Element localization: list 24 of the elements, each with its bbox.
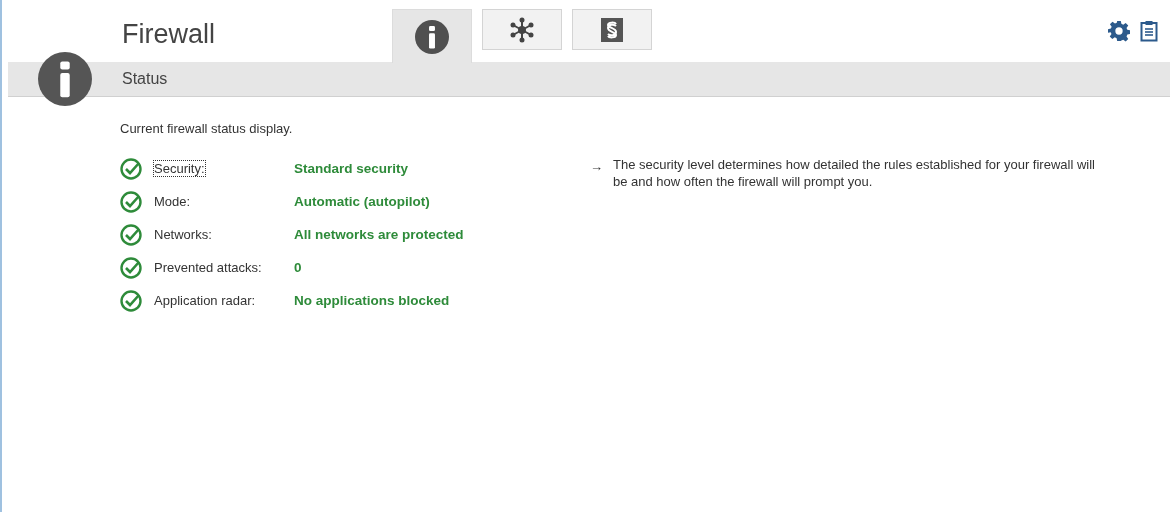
description-text: Current firewall status display. — [120, 120, 293, 138]
tab[interactable] — [482, 9, 562, 50]
status-label: Prevented attacks: — [154, 260, 262, 276]
status-value: Automatic (autopilot) — [294, 192, 430, 211]
info-icon — [415, 19, 449, 54]
network-icon — [509, 16, 535, 43]
hint-text: The security level determines how detailed the rules established for your firewall will be and how often the firewall will prompt you. — [613, 157, 1096, 191]
section-title: Status — [122, 69, 168, 89]
status-value: Standard security — [294, 159, 409, 178]
tab[interactable] — [572, 9, 652, 50]
status-label: Application radar: — [154, 293, 256, 309]
status-label: Security: — [154, 161, 205, 177]
tab[interactable] — [392, 9, 472, 63]
section-sign-icon — [601, 17, 623, 42]
status-value: No applications blocked — [294, 291, 450, 310]
status-value: 0 — [294, 258, 302, 277]
status-label: Networks: — [154, 227, 212, 243]
clipboard-icon[interactable] — [1140, 20, 1158, 42]
settings-icon[interactable] — [1108, 20, 1130, 42]
page-title: Firewall — [122, 18, 216, 51]
status-label: Mode: — [154, 194, 191, 210]
info-icon — [38, 52, 92, 106]
status-value: All networks are protected — [294, 225, 464, 244]
arrow-glyph: → — [590, 158, 603, 176]
